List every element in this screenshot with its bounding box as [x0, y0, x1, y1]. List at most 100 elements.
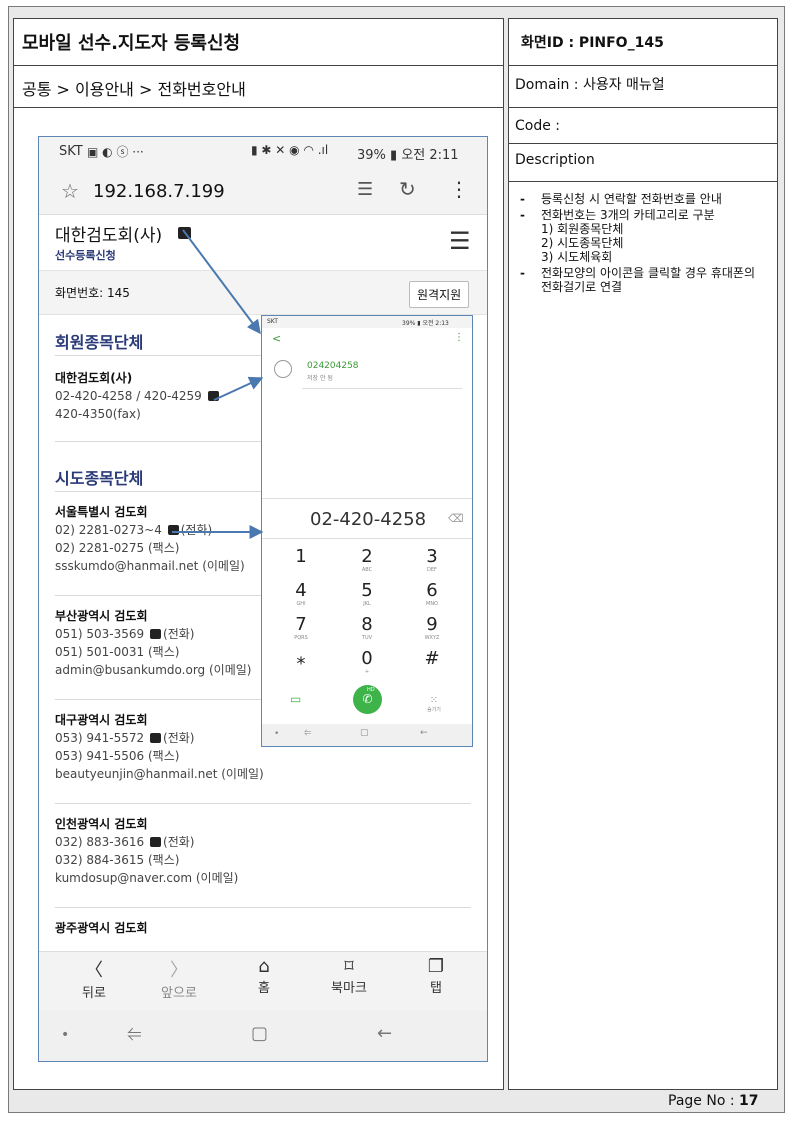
- category-item: 2) 시도종목단체: [541, 236, 624, 250]
- recent-apps-icon[interactable]: ⥢: [127, 1023, 141, 1044]
- keypad-key[interactable]: 5 JKL: [342, 580, 392, 607]
- org-contact: 02) 2281-0273~4 (전화) 02) 2281-0275 (팩스) …: [55, 523, 245, 573]
- org-name: 광주광역시 검도회: [55, 921, 148, 935]
- keypad-key[interactable]: 8 TUV: [342, 614, 392, 641]
- keypad-key[interactable]: 0 +: [342, 648, 392, 675]
- dialer-status-bar: SKT 39% ▮ 오전 2:13: [262, 316, 472, 328]
- dialer-system-bar: • ⥢ ▢ ←: [262, 724, 472, 746]
- more-icon[interactable]: ⋮: [454, 332, 464, 343]
- tabs-icon: ❐: [427, 956, 445, 977]
- keypad-key[interactable]: #: [407, 648, 457, 669]
- phone-icon[interactable]: [207, 391, 219, 401]
- nav-tabs[interactable]: ❐ 탭: [411, 956, 461, 996]
- dialer-screenshot: SKT 39% ▮ 오전 2:13 < ⋮ 024204258 저장 안 됨 0…: [261, 315, 473, 747]
- section-title: 시도종목단체: [55, 469, 144, 488]
- nav-home[interactable]: ⌂ 홈: [239, 956, 289, 996]
- divider: [55, 907, 471, 908]
- phone-icon[interactable]: [178, 227, 191, 239]
- divider: [262, 538, 472, 539]
- description-label: Description: [515, 152, 595, 168]
- keypad-key[interactable]: 6 MNO: [407, 580, 457, 607]
- dialer-back-icon[interactable]: <: [272, 332, 281, 345]
- divider: [509, 181, 777, 182]
- doc-title: 모바일 선수.지도자 등록신청: [22, 33, 241, 54]
- system-nav-bar: • ⥢ ▢ ←: [39, 1011, 487, 1061]
- call-icon[interactable]: ✆ HD: [353, 685, 382, 714]
- recent-subtitle: 저장 안 됨: [307, 375, 333, 382]
- screen-number: 화면번호: 145: [55, 286, 130, 300]
- divider: [509, 65, 777, 66]
- keypad-key[interactable]: 2 ABC: [342, 546, 392, 573]
- page-number: Page No : 17: [668, 1093, 759, 1109]
- more-icon[interactable]: ⋮: [449, 177, 469, 201]
- refresh-icon[interactable]: ↻: [399, 177, 416, 201]
- org-name: 부산광역시 검도회: [55, 609, 148, 623]
- status-icons: ▣ ◐ ⓢ ···: [87, 145, 144, 159]
- phone-icon[interactable]: [150, 733, 162, 743]
- divider: [14, 65, 503, 66]
- keypad-key[interactable]: 9 WXYZ: [407, 614, 457, 641]
- nav-forward[interactable]: 〉 앞으로: [151, 956, 207, 1001]
- description-list: 등록신청 시 연락할 전화번호를 안내 전화번호는 3개의 카테고리로 구분 1…: [515, 192, 765, 296]
- right-panel: 화면ID : PINFO_145 Domain : 사용자 매뉴얼 Code :…: [508, 18, 778, 1090]
- keypad-key[interactable]: 7 PQRS: [276, 614, 326, 641]
- code-label: Code :: [515, 118, 561, 134]
- screen-number-row: 화면번호: 145 원격지원: [39, 271, 487, 315]
- recent-number[interactable]: 024204258: [307, 361, 359, 371]
- divider: [262, 498, 472, 499]
- description-item: 전화모양의 아이콘을 클릭할 경우 휴대폰의 전화걸기로 연결: [515, 266, 765, 294]
- category-item: 1) 회원종목단체: [541, 222, 624, 236]
- home-button-icon[interactable]: ▢: [251, 1023, 268, 1044]
- divider: [302, 388, 462, 389]
- org-name: 서울특별시 검도회: [55, 505, 148, 519]
- hamburger-icon[interactable]: ☰: [449, 227, 471, 255]
- divider: [509, 107, 777, 108]
- screen-id: 화면ID : PINFO_145: [521, 35, 664, 51]
- phone-icon[interactable]: [150, 629, 162, 639]
- phone-icon[interactable]: [150, 837, 162, 847]
- url-text[interactable]: 192.168.7.199: [93, 181, 225, 202]
- description-item: 등록신청 시 연락할 전화번호를 안내: [515, 192, 765, 206]
- backspace-icon[interactable]: ⌫: [448, 512, 464, 525]
- dot-icon[interactable]: •: [61, 1027, 69, 1043]
- divider: [509, 143, 777, 144]
- status-bar: SKT ▣ ◐ ⓢ ··· ▮ ✱ ✕ ◉ ◠ .ıl 39% ▮ 오전 2:1…: [39, 137, 487, 169]
- keypad-key[interactable]: ⁎: [276, 648, 326, 669]
- star-icon[interactable]: ☆: [61, 179, 79, 203]
- org-name: 대구광역시 검도회: [55, 713, 148, 727]
- description-item: 전화번호는 3개의 카테고리로 구분 1) 회원종목단체 2) 시도종목단체 3…: [515, 208, 765, 264]
- carrier-label: SKT: [59, 144, 83, 159]
- system-back-icon[interactable]: ←: [377, 1023, 392, 1044]
- org-name: 인천광역시 검도회: [55, 817, 148, 831]
- domain-label: Domain : 사용자 매뉴얼: [515, 77, 665, 93]
- forward-icon: 〉: [170, 960, 188, 981]
- remote-support-button[interactable]: 원격지원: [409, 281, 470, 308]
- site-subtitle: 선수등록신청: [55, 249, 116, 262]
- keypad-icon[interactable]: ⁙ 숨기기: [422, 688, 446, 713]
- divider: [55, 803, 471, 804]
- video-call-icon[interactable]: ▭: [290, 692, 301, 706]
- address-bar: ☆ 192.168.7.199 ☰ ↻ ⋮: [39, 169, 487, 215]
- org-contact: 032) 883-3616 (전화) 032) 884-3615 (팩스) ku…: [55, 835, 239, 885]
- keypad-key[interactable]: 1: [276, 546, 326, 567]
- keypad-key[interactable]: 4 GHI: [276, 580, 326, 607]
- org-contact: 02-420-4258 / 420-4259 420-4350(fax): [55, 387, 221, 423]
- browser-nav-bar: 〈 뒤로 〉 앞으로 ⌂ 홈 ⌑ 북마크 ❐ 탭: [39, 951, 487, 1011]
- bookmark-icon: ⌑: [344, 956, 354, 977]
- nav-bookmark[interactable]: ⌑ 북마크: [321, 956, 377, 996]
- org-contact: 051) 503-3569 (전화) 051) 501-0031 (팩스) ad…: [55, 627, 252, 677]
- section-title: 회원종목단체: [55, 333, 144, 352]
- site-header: 대한검도회(사) 선수등록신청 ☰: [39, 215, 487, 271]
- home-icon: ⌂: [258, 956, 270, 977]
- org-contact: 053) 941-5572 (전화) 053) 941-5506 (팩스) be…: [55, 731, 264, 781]
- back-icon: 〈: [85, 960, 103, 981]
- reader-icon[interactable]: ☰: [357, 179, 373, 200]
- divider: [14, 107, 503, 108]
- category-item: 3) 시도체육회: [541, 250, 613, 264]
- nav-back[interactable]: 〈 뒤로: [69, 956, 119, 1001]
- org-name: 대한검도회(사): [55, 371, 133, 385]
- phone-icon[interactable]: [167, 525, 179, 535]
- battery-time: 39% ▮ 오전 2:11: [357, 148, 459, 163]
- keypad-key[interactable]: 3 DEF: [407, 546, 457, 573]
- dial-number-display: 02-420-4258: [310, 509, 427, 530]
